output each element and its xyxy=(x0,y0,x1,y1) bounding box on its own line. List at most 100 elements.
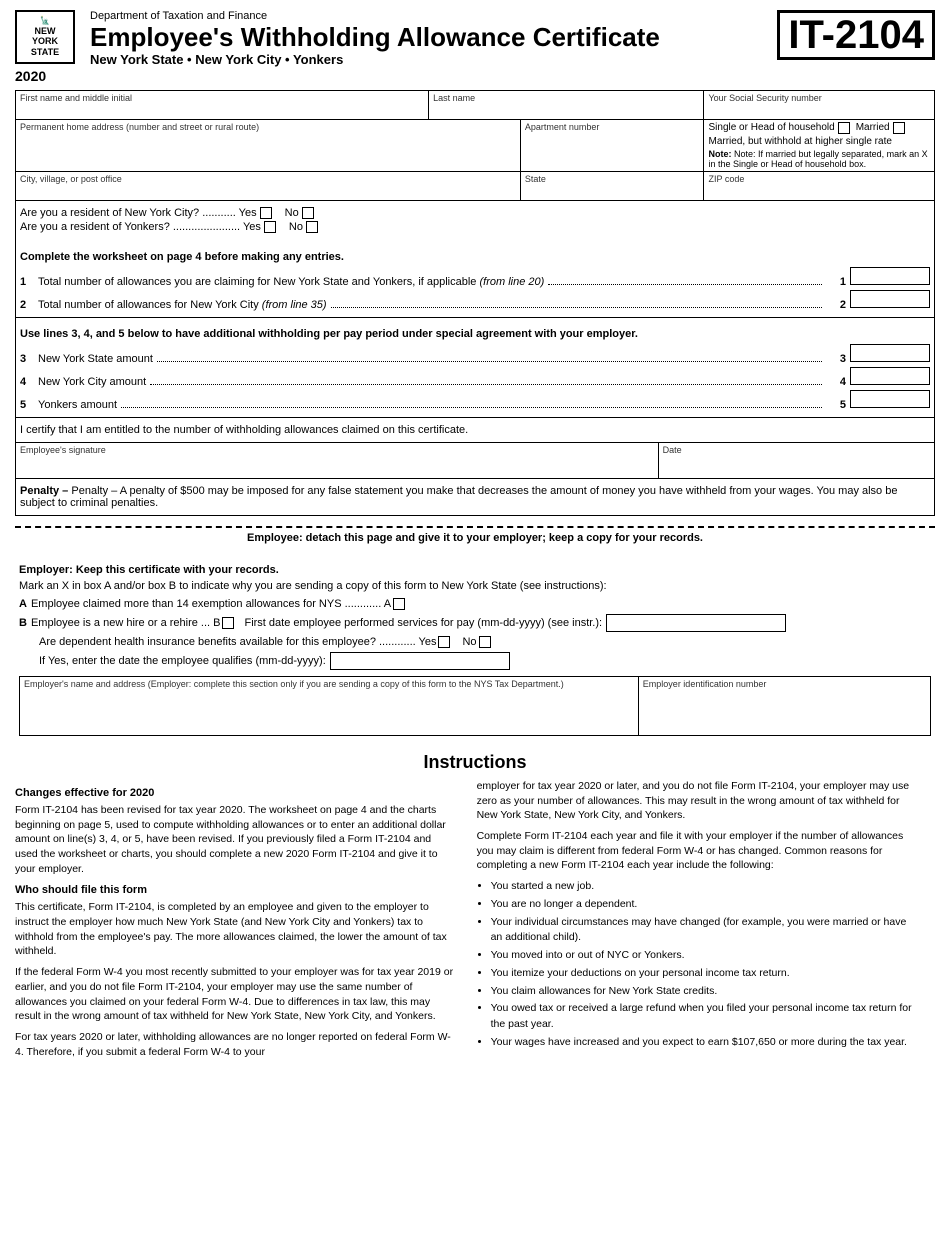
form-subtitle: New York State • New York City • Yonkers xyxy=(90,52,777,67)
line3-box-num: 3 xyxy=(826,353,846,365)
yonkers-no-checkbox[interactable] xyxy=(306,221,318,233)
changes-heading: Changes effective for 2020 xyxy=(15,787,457,799)
line1-input[interactable] xyxy=(850,267,930,285)
name-ssn-row: First name and middle initial Last name … xyxy=(15,90,935,119)
address-field[interactable]: Permanent home address (number and stree… xyxy=(16,120,521,171)
box-a-row: A Employee claimed more than 14 exemptio… xyxy=(19,598,931,610)
signature-field[interactable]: Employee's signature xyxy=(16,443,659,478)
residence-section: Are you a resident of New York City? ...… xyxy=(15,201,935,241)
line1-row: 1 Total number of allowances you are cla… xyxy=(20,267,930,288)
bullet-3: Your individual circumstances may have c… xyxy=(491,915,919,947)
apartment-field[interactable]: Apartment number xyxy=(521,120,705,171)
line5-dots xyxy=(121,394,822,408)
line3-row: 3 New York State amount 3 xyxy=(20,344,930,365)
instructions-left-col: Changes effective for 2020 Form IT-2104 … xyxy=(15,779,457,1065)
bullet-8: Your wages have increased and you expect… xyxy=(491,1035,919,1051)
logo-area: 🗽 NEW YORK STATE 2020 xyxy=(15,10,75,84)
line3-input[interactable] xyxy=(850,344,930,362)
box-a-letter: A xyxy=(19,598,27,610)
form-year: 2020 xyxy=(15,68,75,84)
if-yes-date-input[interactable] xyxy=(330,652,510,670)
right-text1: employer for tax year 2020 or later, and… xyxy=(477,779,919,823)
instructions-columns: Changes effective for 2020 Form IT-2104 … xyxy=(15,779,935,1065)
line5-row: 5 Yonkers amount 5 xyxy=(20,390,930,411)
detach-text: Employee: detach this page and give it t… xyxy=(247,532,703,544)
instructions-right-col: employer for tax year 2020 or later, and… xyxy=(477,779,919,1065)
bullet-list: You started a new job. You are no longer… xyxy=(491,879,919,1051)
penalty-section: Penalty – Penalty – A penalty of $500 ma… xyxy=(15,479,935,516)
nyc-residence-row: Are you a resident of New York City? ...… xyxy=(20,207,930,219)
employer-heading: Employer: Keep this certificate with you… xyxy=(19,564,931,576)
bullet-2: You are no longer a dependent. xyxy=(491,897,919,913)
bullet-1: You started a new job. xyxy=(491,879,919,895)
zip-field[interactable]: ZIP code xyxy=(704,172,934,200)
line1-number: 1 xyxy=(20,276,34,288)
worksheet-instruction: Complete the worksheet on page 4 before … xyxy=(20,251,930,263)
health-no-checkbox[interactable] xyxy=(479,636,491,648)
line4-number: 4 xyxy=(20,376,34,388)
line1-label: Total number of allowances you are claim… xyxy=(38,276,544,288)
yonkers-no-label: No xyxy=(289,221,303,233)
line4-input[interactable] xyxy=(850,367,930,385)
line2-input[interactable] xyxy=(850,290,930,308)
first-date-input[interactable] xyxy=(606,614,786,632)
employer-instruction: Mark an X in box A and/or box B to indic… xyxy=(19,580,931,592)
special-instruction: Use lines 3, 4, and 5 below to have addi… xyxy=(20,328,930,340)
who-text1: This certificate, Form IT-2104, is compl… xyxy=(15,900,457,959)
last-name-field[interactable]: Last name xyxy=(429,91,704,119)
right-text2: Complete Form IT-2104 each year and file… xyxy=(477,829,919,873)
employer-name-field[interactable]: Employer's name and address (Employer: c… xyxy=(20,677,639,735)
box-b-checkbox[interactable] xyxy=(222,617,234,629)
nyc-no-checkbox[interactable] xyxy=(302,207,314,219)
ssn-field[interactable]: Your Social Security number xyxy=(704,91,934,119)
box-a-label: Employee claimed more than 14 exemption … xyxy=(31,598,391,610)
married-higher-label: Married, but withhold at higher single r… xyxy=(708,136,930,147)
employer-name-ein-table: Employer's name and address (Employer: c… xyxy=(19,676,931,736)
line2-box-num: 2 xyxy=(826,299,846,311)
health-yes-checkbox[interactable] xyxy=(438,636,450,648)
married-checkbox[interactable] xyxy=(893,122,905,134)
box-b-label: Employee is a new hire or a rehire ... B xyxy=(31,617,221,629)
nyc-no-label: No xyxy=(285,207,299,219)
line2-label: Total number of allowances for New York … xyxy=(38,299,327,311)
line4-row: 4 New York City amount 4 xyxy=(20,367,930,388)
line1-dots xyxy=(548,271,822,285)
single-hoh-label: Single or Head of household xyxy=(708,122,834,133)
health-question: Are dependent health insurance benefits … xyxy=(39,636,436,648)
line5-number: 5 xyxy=(20,399,34,411)
employer-section: Employer: Keep this certificate with you… xyxy=(15,558,935,742)
if-yes-label: If Yes, enter the date the employee qual… xyxy=(39,655,326,667)
box-b-row: B Employee is a new hire or a rehire ...… xyxy=(19,614,931,632)
first-date-label: First date employee performed services f… xyxy=(244,617,602,629)
state-field[interactable]: State xyxy=(521,172,705,200)
first-name-field[interactable]: First name and middle initial xyxy=(16,91,429,119)
single-hoh-checkbox[interactable] xyxy=(838,122,850,134)
yonkers-yes-checkbox[interactable] xyxy=(264,221,276,233)
line3-number: 3 xyxy=(20,353,34,365)
yonkers-residence-row: Are you a resident of Yonkers? .........… xyxy=(20,221,930,233)
box-a-checkbox[interactable] xyxy=(393,598,405,610)
line5-box-num: 5 xyxy=(826,399,846,411)
line4-box-num: 4 xyxy=(826,376,846,388)
dept-name: Department of Taxation and Finance xyxy=(90,10,777,22)
married-label: Married xyxy=(856,122,890,133)
yonkers-question: Are you a resident of Yonkers? .........… xyxy=(20,221,261,233)
worksheet-section: Complete the worksheet on page 4 before … xyxy=(15,241,935,317)
date-field[interactable]: Date xyxy=(659,443,934,478)
if-yes-row: If Yes, enter the date the employee qual… xyxy=(39,652,931,670)
line5-input[interactable] xyxy=(850,390,930,408)
line2-row: 2 Total number of allowances for New Yor… xyxy=(20,290,930,311)
nyc-yes-checkbox[interactable] xyxy=(260,207,272,219)
employer-ein-field[interactable]: Employer identification number xyxy=(639,677,930,735)
signature-date-row: Employee's signature Date xyxy=(15,442,935,479)
city-field[interactable]: City, village, or post office xyxy=(16,172,521,200)
form-header: 🗽 NEW YORK STATE 2020 Department of Taxa… xyxy=(15,10,935,84)
line3-label: New York State amount xyxy=(38,353,153,365)
line5-label: Yonkers amount xyxy=(38,399,117,411)
health-no-label: No xyxy=(462,636,476,648)
penalty-text: Penalty – Penalty – A penalty of $500 ma… xyxy=(20,485,897,509)
who-text2: If the federal Form W-4 you most recentl… xyxy=(15,965,457,1024)
box-b-letter: B xyxy=(19,617,27,629)
header-text: Department of Taxation and Finance Emplo… xyxy=(90,10,777,67)
changes-text: Form IT-2104 has been revised for tax ye… xyxy=(15,803,457,876)
